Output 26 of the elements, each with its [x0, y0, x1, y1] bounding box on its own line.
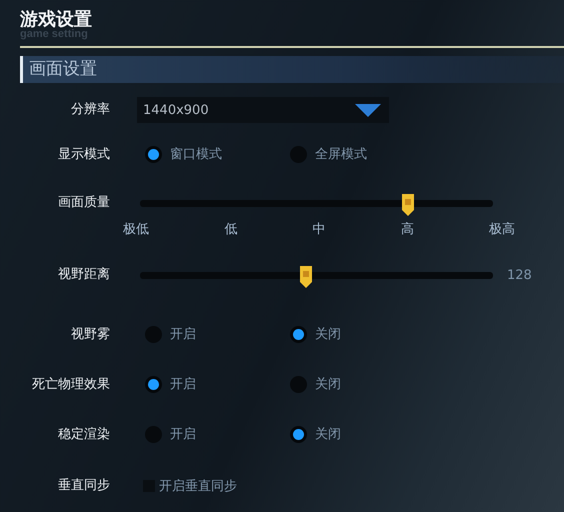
tick-label: 极低: [123, 221, 149, 238]
option-label: 关闭: [315, 376, 341, 393]
resolution-dropdown[interactable]: 1440x900: [137, 97, 389, 123]
slider-value: 128: [507, 268, 532, 282]
window-title: 游戏设置: [20, 8, 93, 30]
option-label: 窗口模式: [170, 146, 222, 163]
option-label: 开启: [170, 426, 196, 443]
setting-label: 稳定渲染: [57, 426, 110, 443]
option-label: 关闭: [315, 326, 341, 343]
tick-label: 极高: [489, 221, 515, 238]
option-label: 关闭: [315, 426, 341, 443]
tick-label: 高: [400, 221, 414, 238]
setting-label: 视野距离: [57, 266, 110, 283]
setting-label: 画面质量: [57, 194, 110, 211]
setting-label: 垂直同步: [57, 477, 110, 494]
option-label: 开启: [170, 376, 196, 393]
checkbox-label: 开启垂直同步: [159, 478, 237, 495]
setting-label: 死亡物理效果: [31, 376, 110, 393]
setting-label: 显示模式: [57, 146, 110, 163]
tick-label: 中: [312, 221, 326, 238]
setting-label: 分辨率: [70, 101, 110, 118]
tick-label: 低: [224, 221, 238, 238]
option-label: 开启: [170, 326, 196, 343]
setting-label: 视野雾: [70, 326, 110, 343]
option-label: 全屏模式: [315, 146, 367, 163]
section-header: 画面设置: [20, 56, 564, 83]
